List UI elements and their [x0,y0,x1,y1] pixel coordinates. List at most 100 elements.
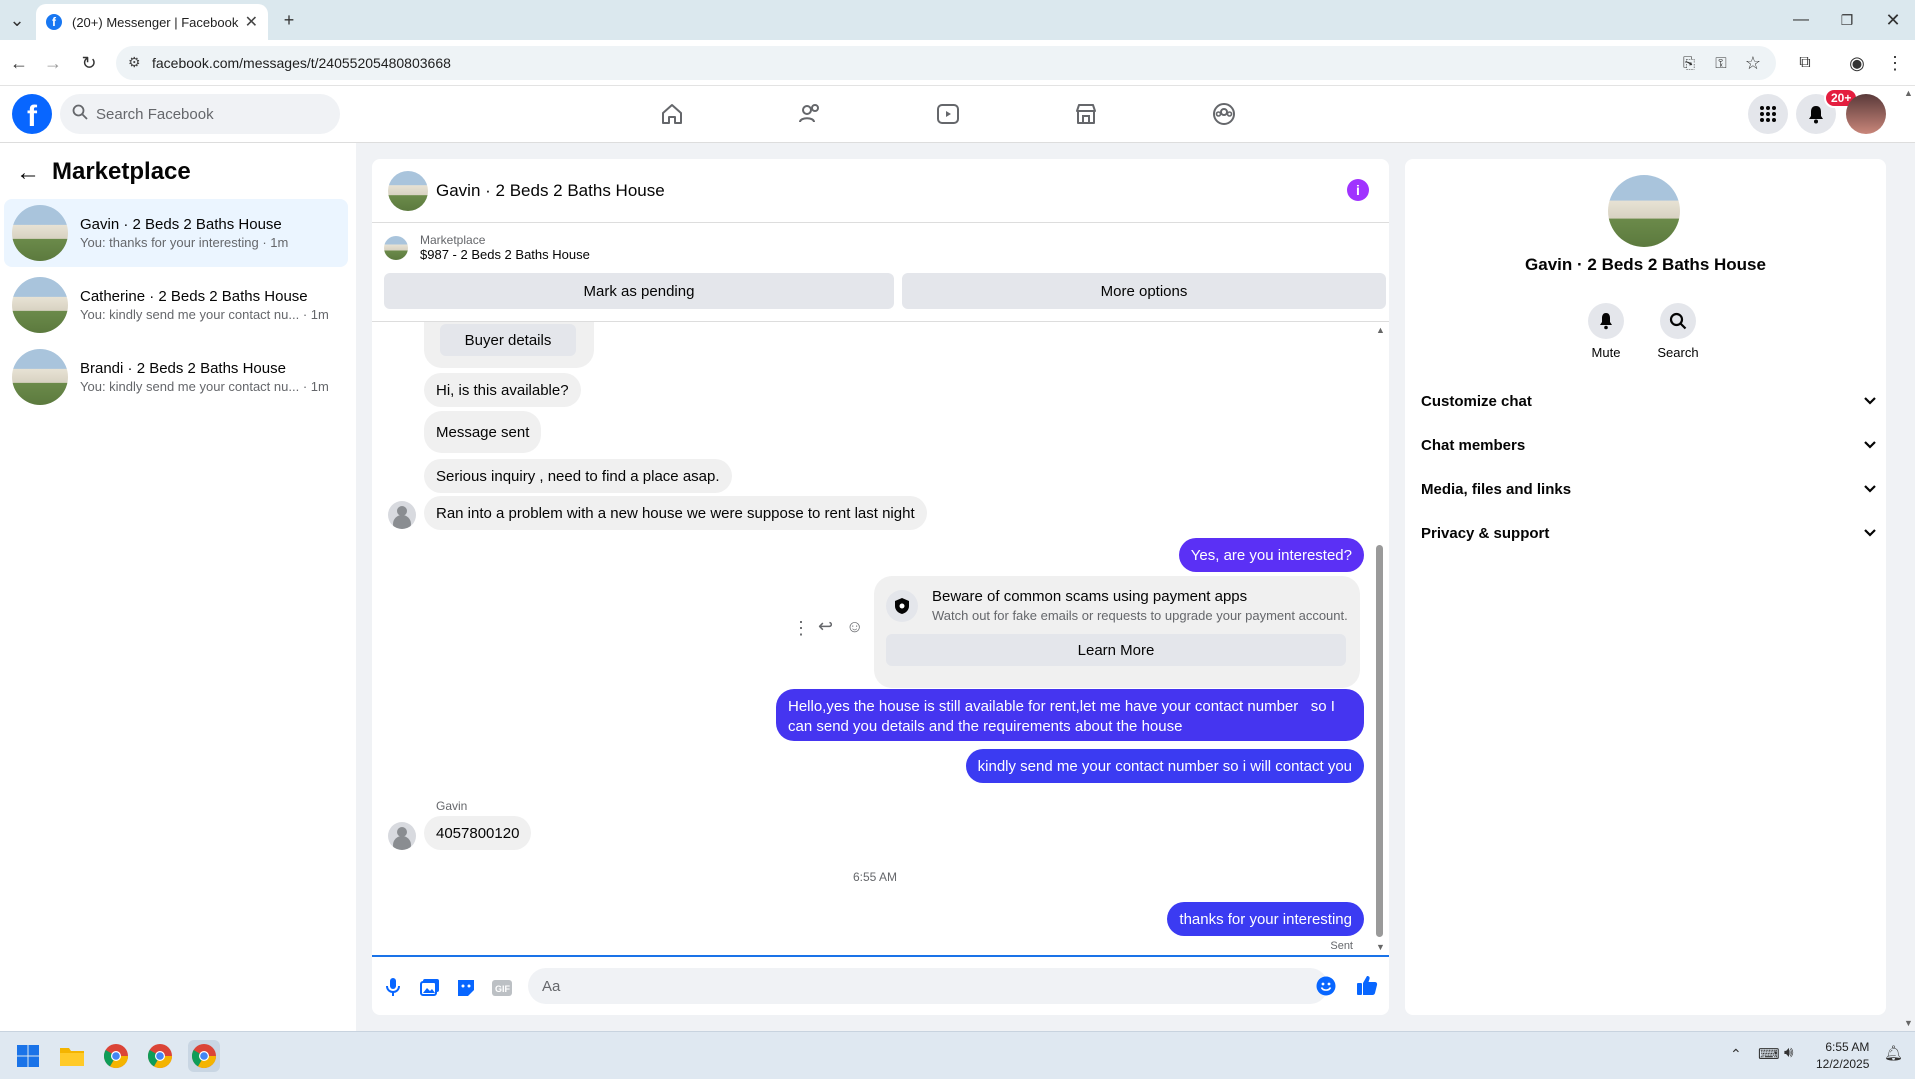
conversation-item-gavin[interactable]: Gavin · 2 Beds 2 Baths House You: thanks… [4,199,348,267]
home-icon[interactable] [654,96,690,132]
browser-tab[interactable]: f (20+) Messenger | Facebook ✕ [36,4,268,40]
clock-time: 6:55 AM [1825,1040,1870,1054]
windows-start-icon[interactable] [12,1040,44,1072]
emoji-icon[interactable] [1316,976,1336,1000]
chat-members-section[interactable]: Chat members [1421,423,1877,467]
close-tab-icon[interactable]: ✕ [245,12,258,32]
chat-title[interactable]: Gavin · 2 Beds 2 Baths House [436,181,665,201]
facebook-header: f Search Facebook 20+ [0,86,1915,143]
message-bubble-outgoing[interactable]: kindly send me your contact number so i … [965,749,1364,783]
back-arrow-icon[interactable]: ← [16,159,40,187]
conversation-item-brandi[interactable]: Brandi · 2 Beds 2 Baths House You: kindl… [4,343,348,411]
install-app-icon[interactable]: ⎘ [1674,48,1704,78]
microphone-icon[interactable] [386,977,400,1001]
info-icon[interactable]: i [1347,179,1369,201]
close-window-icon[interactable]: ✕ [1878,5,1908,35]
buyer-details-button[interactable]: Buyer details [440,324,576,356]
search-icon [1660,303,1696,339]
page-scroll-down-icon[interactable]: ▼ [1904,1018,1913,1028]
message-bubble-incoming[interactable]: Message sent [424,411,542,453]
network-icon[interactable]: ⌨ [1758,1045,1780,1063]
mute-button[interactable]: Mute [1576,303,1636,360]
account-avatar[interactable] [1846,94,1886,134]
marketplace-icon[interactable] [1068,96,1104,132]
message-timestamp: 6:55 AM [852,870,898,884]
show-hidden-icons-chevron-icon[interactable]: ⌃ [1730,1046,1742,1063]
chrome-profile-1-icon[interactable] [100,1040,132,1072]
url-text: facebook.com/messages/t/2405520548080366… [152,55,451,71]
message-bubble-outgoing[interactable]: Hello,yes the house is still available f… [776,689,1364,741]
privacy-support-section[interactable]: Privacy & support [1421,511,1877,555]
conversation-item-catherine[interactable]: Catherine · 2 Beds 2 Baths House You: ki… [4,271,348,339]
media-files-links-section[interactable]: Media, files and links [1421,467,1877,511]
search-facebook-input[interactable]: Search Facebook [60,94,340,134]
video-icon[interactable] [930,96,966,132]
sender-avatar[interactable] [388,822,416,850]
customize-chat-section[interactable]: Customize chat [1421,379,1877,423]
chrome-menu-icon[interactable]: ⋮ [1880,48,1910,78]
sticker-icon[interactable] [456,978,476,1002]
system-clock[interactable]: 6:55 AM 12/2/2025 [1816,1039,1869,1073]
message-input[interactable]: Aa [528,968,1328,1004]
address-bar[interactable]: ⚙ facebook.com/messages/t/24055205480803… [116,46,1776,80]
windows-taskbar: ⌃ ⌨ 🔊︎ 6:55 AM 12/2/2025 🔔︎ [0,1031,1915,1079]
more-options-button[interactable]: More options [902,273,1386,309]
details-listing-thumbnail[interactable] [1608,175,1680,247]
message-bubble-outgoing[interactable]: thanks for your interesting [1167,902,1364,936]
mark-as-pending-button[interactable]: Mark as pending [384,273,894,309]
chevron-down-icon [1863,437,1877,454]
tab-list-chevron-icon[interactable]: ⌄ [2,5,32,35]
section-label: Customize chat [1421,392,1532,410]
chat-pane: Gavin · 2 Beds 2 Baths House i Marketpla… [372,159,1389,1015]
conversation-title: Brandi · 2 Beds 2 Baths House [80,360,286,377]
facebook-favicon-icon: f [46,14,62,30]
groups-icon[interactable] [1206,96,1242,132]
chat-listing-thumbnail[interactable] [388,170,428,211]
menu-grid-icon[interactable] [1748,94,1788,134]
restore-icon[interactable]: ❐ [1832,5,1862,35]
friends-icon[interactable] [792,96,828,132]
message-bubble-incoming[interactable]: Hi, is this available? [424,373,581,407]
minimize-icon[interactable]: — [1786,5,1816,35]
search-in-conversation-button[interactable]: Search [1648,303,1708,360]
reply-icon[interactable]: ↩ [818,616,833,637]
scroll-down-arrow-icon[interactable]: ▼ [1376,942,1385,952]
listing-summary[interactable]: Marketplace $987 - 2 Beds 2 Baths House [384,233,590,262]
back-arrow-icon[interactable]: ← [4,48,34,78]
site-info-icon[interactable]: ⚙ [128,54,141,71]
volume-icon[interactable]: 🔊︎ [1784,1044,1793,1061]
chrome-profile-2-icon[interactable] [144,1040,176,1072]
message-bubble-incoming[interactable]: Ran into a problem with a new house we w… [424,496,927,530]
search-label: Search [1657,345,1699,360]
message-status: Sent [1330,940,1353,952]
conversation-preview: You: thanks for your interesting · 1m [80,235,289,250]
more-actions-icon[interactable]: ⋮ [792,618,810,639]
extensions-puzzle-icon[interactable]: ⧉ [1790,48,1820,78]
message-bubble-incoming[interactable]: Serious inquiry , need to find a place a… [424,459,732,493]
message-bubble-incoming[interactable]: 4057800120 [424,816,532,850]
file-explorer-icon[interactable] [56,1040,88,1072]
gif-icon[interactable]: GIF [491,979,513,1001]
new-tab-plus-icon[interactable]: + [274,5,304,35]
reload-icon[interactable]: ↻ [74,48,104,78]
listing-thumbnail [12,277,68,333]
facebook-logo[interactable]: f [12,94,52,134]
chat-scrollbar-thumb[interactable] [1376,545,1383,937]
message-bubble-outgoing[interactable]: Yes, are you interested? [1178,538,1364,572]
forward-arrow-icon[interactable]: → [38,48,68,78]
page-scroll-up-icon[interactable]: ▲ [1904,88,1913,98]
password-key-icon[interactable]: ⚿ [1706,48,1736,78]
thumbs-up-icon[interactable] [1356,974,1378,1000]
learn-more-button[interactable]: Learn More [886,634,1346,666]
profile-icon[interactable]: ◉ [1842,48,1872,78]
react-emoji-icon[interactable]: ☺ [846,617,863,637]
sender-avatar[interactable] [388,501,416,529]
section-label: Media, files and links [1421,480,1572,498]
notification-center-bell-icon[interactable]: 🔔︎ [1884,1044,1903,1062]
bookmark-star-icon[interactable]: ☆ [1738,48,1768,78]
photo-attach-icon[interactable] [420,978,440,1000]
search-placeholder: Search Facebook [96,105,214,123]
scroll-up-arrow-icon[interactable]: ▲ [1376,325,1385,335]
chrome-active-window-icon[interactable] [188,1040,220,1072]
scam-warning-card: Beware of common scams using payment app… [874,576,1360,688]
